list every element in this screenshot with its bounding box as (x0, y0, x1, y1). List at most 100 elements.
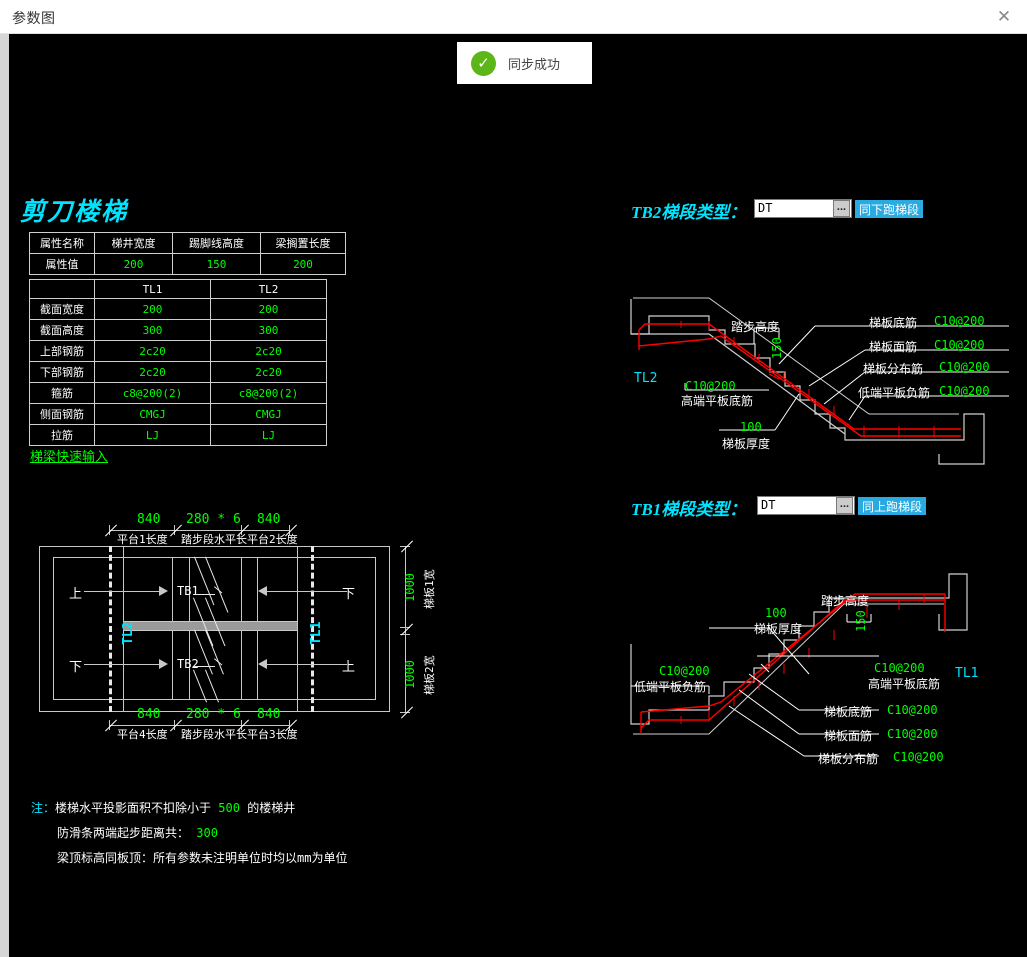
table-row: 上部钢筋 2c20 2c20 (29, 340, 327, 362)
beam-cell-tl1[interactable]: c8@200(2) (94, 382, 211, 404)
table-row: 下部钢筋 2c20 2c20 (29, 361, 327, 383)
note-1-text-a: 楼梯水平投影面积不扣除小于 (55, 801, 212, 815)
beam-cell-tl1[interactable]: 200 (94, 298, 211, 320)
tb2-type-badge[interactable]: 同下跑梯段 (855, 200, 924, 218)
attr-value-1[interactable]: 150 (172, 253, 261, 275)
plan-up-label-top: 上 (69, 587, 83, 602)
cad-canvas[interactable]: ✓ 同步成功 剪刀楼梯 属性名称 梯井宽度 踢脚线高度 梁搁置长度 属性值 20… (9, 34, 1027, 957)
tb2-beam-label: TL2 (634, 371, 658, 386)
beam-corner (29, 279, 95, 299)
bottom-dim-value-2: 840 (257, 707, 281, 722)
attr-value-0[interactable]: 200 (94, 253, 173, 275)
attr-header-2: 踢脚线高度 (172, 232, 261, 254)
top-dim-value-1: 280 * 6 (186, 512, 241, 527)
note-line-3: 梁顶标高同板顶：所有参数未注明单位时均以mm为单位 (31, 846, 347, 871)
check-circle-icon: ✓ (471, 50, 496, 76)
beam-cell-tl2[interactable]: 2c20 (210, 361, 327, 383)
beam-cell-tl2[interactable]: CMGJ (210, 403, 327, 425)
tb1-high-end-value: C10@200 (874, 661, 925, 675)
tb1-high-end-label: 高端平板底筋 (868, 677, 941, 691)
tb1-annotation-value-0: C10@200 (887, 703, 938, 717)
note-2-text: 防滑条两端起步距离共： (57, 826, 190, 840)
beam-cell-tl1[interactable]: LJ (94, 424, 211, 446)
tb2-annotation-label-0: 梯板底筋 (869, 316, 918, 330)
table-row: 属性名称 梯井宽度 踢脚线高度 梁搁置长度 (29, 232, 346, 254)
right-dim-value-1: 1000 (403, 660, 417, 689)
tb1-thickness-label: 梯板厚度 (754, 622, 803, 636)
beam-row-label: 下部钢筋 (29, 361, 95, 383)
tb2-thickness-value: 100 (740, 420, 762, 434)
tb2-annotation-value-2: C10@200 (939, 360, 990, 374)
beam-cell-tl1[interactable]: CMGJ (94, 403, 211, 425)
beam-row-label: 上部钢筋 (29, 340, 95, 362)
attr-value-label: 属性值 (29, 253, 95, 275)
tb1-type-browse-button[interactable]: ... (836, 497, 853, 514)
tb2-annotation-label-2: 梯板分布筋 (863, 362, 924, 376)
beam-row-label: 拉筋 (29, 424, 95, 446)
tb1-annotation-label-1: 梯板面筋 (824, 729, 873, 743)
tb1-annotation-value-1: C10@200 (887, 727, 938, 741)
plan-view-drawing: 840 280 * 6 840 平台1长度 踏步段水平长 平台2长度 上 下 T… (9, 499, 449, 749)
parameter-diagram-window: 参数图 ✕ ✓ 同步成功 剪刀楼梯 属性名称 梯井宽度 踢脚线高度 梁搁置长度 … (0, 0, 1027, 957)
bottom-dim-label-0: 平台4长度 (117, 728, 168, 741)
right-dim-label-1: 梯板2宽 (423, 655, 436, 695)
tb2-section-title: TB2梯段类型： (631, 203, 747, 222)
attr-header-0: 属性名称 (29, 232, 95, 254)
beam-cell-tl2[interactable]: LJ (210, 424, 327, 446)
attr-header-1: 梯井宽度 (94, 232, 173, 254)
tb2-annotation-value-3: C10@200 (939, 384, 990, 398)
plan-down-label-bottom: 下 (69, 660, 83, 675)
note-1-value: 500 (218, 801, 240, 815)
note-1-text-b: 的楼梯井 (247, 801, 296, 815)
tb2-annotation-value-1: C10@200 (934, 338, 985, 352)
tb2-step-height-value: 150 (770, 337, 784, 359)
attr-header-3: 梁搁置长度 (260, 232, 346, 254)
close-icon[interactable]: ✕ (981, 0, 1027, 34)
tb2-type-browse-button[interactable]: ... (833, 200, 850, 217)
tb1-section-title: TB1梯段类型： (631, 500, 747, 519)
table-row: 侧面钢筋 CMGJ CMGJ (29, 403, 327, 425)
beam-cell-tl1[interactable]: 300 (94, 319, 211, 341)
plan-down-label-top: 下 (342, 587, 356, 602)
beam-cell-tl2[interactable]: 300 (210, 319, 327, 341)
tb1-annotation-label-2: 梯板分布筋 (818, 752, 879, 766)
window-title-bar: 参数图 ✕ (0, 0, 1027, 34)
note-line-1: 注：楼梯水平投影面积不扣除小于 500 的楼梯井 (31, 796, 347, 821)
table-row: 箍筋 c8@200(2) c8@200(2) (29, 382, 327, 404)
beam-cell-tl1[interactable]: 2c20 (94, 361, 211, 383)
tb1-low-end-label: 低端平板负筋 (634, 680, 707, 694)
table-row: 拉筋 LJ LJ (29, 424, 327, 446)
note-3-text: 梁顶标高同板顶：所有参数未注明单位时均以mm为单位 (57, 851, 348, 865)
beam-col-tl2: TL2 (210, 279, 327, 299)
beam-cell-tl2[interactable]: 2c20 (210, 340, 327, 362)
quick-input-link[interactable]: 梯梁快速输入 (30, 446, 108, 465)
tb2-annotation-value-0: C10@200 (934, 314, 985, 328)
tb1-type-badge[interactable]: 同上跑梯段 (858, 497, 927, 515)
bottom-dim-value-1: 280 * 6 (186, 707, 241, 722)
tb2-thickness-label: 梯板厚度 (722, 437, 771, 451)
tb1-beam-label: TL1 (955, 666, 979, 681)
table-row: 属性值 200 150 200 (29, 253, 346, 275)
tb2-step-height-label: 踏步高度 (731, 320, 780, 334)
attr-value-2[interactable]: 200 (260, 253, 346, 275)
beam-cell-tl2[interactable]: c8@200(2) (210, 382, 327, 404)
tb2-high-end-value: C10@200 (685, 379, 736, 393)
beam-cell-tl1[interactable]: 2c20 (94, 340, 211, 362)
sync-success-toast: ✓ 同步成功 (457, 42, 592, 84)
tb1-annotation-label-0: 梯板底筋 (824, 705, 873, 719)
right-dim-value-0: 1000 (403, 573, 417, 602)
beam-property-table: TL1 TL2 截面宽度 200 200 截面高度 300 300 上部钢筋 2… (29, 279, 327, 446)
plan-up-label-bottom: 上 (342, 660, 356, 675)
top-dim-value-0: 840 (137, 512, 161, 527)
tb2-high-end-label: 高端平板底筋 (681, 394, 754, 408)
beam-cell-tl2[interactable]: 200 (210, 298, 327, 320)
beam-col-tl1: TL1 (94, 279, 211, 299)
diagram-heading: 剪刀楼梯 (20, 199, 129, 226)
beam-row-label: 侧面钢筋 (29, 403, 95, 425)
bottom-dim-label-1: 踏步段水平长 (181, 728, 247, 741)
notes-block: 注：楼梯水平投影面积不扣除小于 500 的楼梯井 防滑条两端起步距离共： 300… (31, 796, 347, 871)
top-dim-value-2: 840 (257, 512, 281, 527)
tb1-step-height-value: 150 (854, 610, 868, 632)
note-2-value: 300 (196, 826, 218, 840)
table-row: 截面宽度 200 200 (29, 298, 327, 320)
